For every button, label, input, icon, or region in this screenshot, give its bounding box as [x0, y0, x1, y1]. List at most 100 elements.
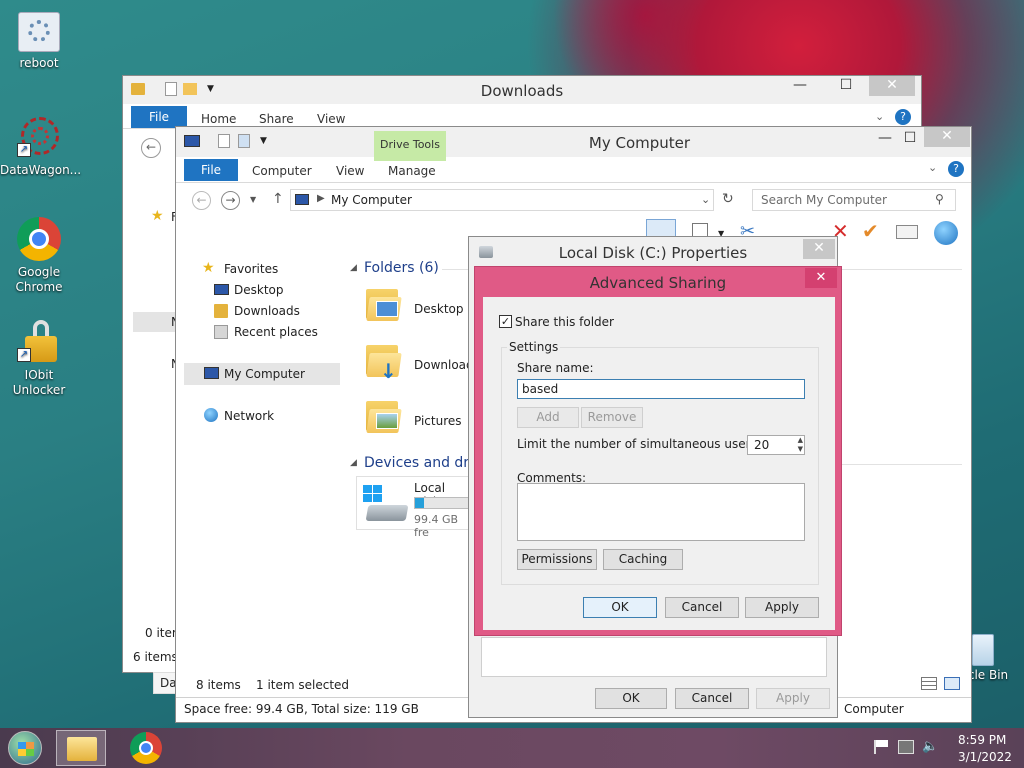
checkmark-icon[interactable]: ✔ — [862, 219, 879, 243]
remove-button[interactable]: Remove — [581, 407, 643, 428]
desktop-icon-reboot[interactable]: reboot — [0, 12, 78, 71]
desktop-icon-label: IObit Unlocker — [12, 368, 66, 397]
nav-downloads[interactable]: Downloads — [234, 304, 300, 318]
close-button[interactable]: ✕ — [805, 268, 837, 288]
back-button[interactable]: ← — [192, 191, 211, 210]
share-name-value: based — [522, 382, 559, 396]
chrome-icon — [139, 741, 153, 755]
search-input[interactable]: Search My Computer ⚲ — [752, 189, 956, 211]
close-button[interactable]: ✕ — [869, 76, 915, 96]
ok-button[interactable]: OK — [595, 688, 667, 709]
refresh-icon[interactable]: ↻ — [722, 191, 734, 207]
back-button[interactable]: ← — [141, 138, 161, 158]
computer-icon — [204, 367, 219, 379]
desktop-icon-chrome[interactable]: Google Chrome — [0, 217, 78, 295]
downloads-titlebar[interactable]: ▼ Downloads — ☐ ✕ — [123, 76, 921, 104]
reboot-icon — [18, 12, 60, 52]
folder-label[interactable]: Desktop — [414, 302, 464, 316]
share-folder-checkbox[interactable]: ✓ — [499, 315, 512, 328]
desktop-icon-datawagon[interactable]: ↗ DataWagon... — [0, 115, 81, 178]
limit-users-stepper[interactable]: 20 ▲ ▼ — [747, 435, 805, 455]
forward-button[interactable]: → — [221, 191, 240, 210]
disk-usage-fill — [415, 498, 425, 508]
tab-file[interactable]: File — [131, 106, 187, 128]
local-disk-tile[interactable]: Local Disk 99.4 GB fre — [356, 476, 474, 539]
details-view-icon[interactable] — [921, 677, 937, 690]
tab-manage[interactable]: Manage — [388, 164, 436, 178]
status-items: 8 items — [196, 678, 241, 692]
mycomputer-titlebar[interactable]: ▼ My Computer — ☐ ✕ — [176, 127, 971, 157]
limit-users-label: Limit the number of simultaneous users t… — [517, 437, 777, 451]
permissions-button[interactable]: Permissions — [517, 549, 597, 570]
clock-date[interactable]: 3/1/2022 — [958, 750, 1012, 764]
ok-button[interactable]: OK — [583, 597, 657, 618]
flag-icon[interactable] — [874, 740, 888, 754]
share-folder-label[interactable]: Share this folder — [515, 315, 614, 329]
nav-network[interactable]: Network — [224, 409, 274, 423]
limit-users-value: 20 — [754, 438, 770, 452]
drive-icon[interactable] — [896, 225, 918, 239]
stepper-up-icon[interactable]: ▲ — [798, 436, 803, 445]
taskbar-chrome[interactable] — [130, 732, 162, 764]
tab-file[interactable]: File — [184, 159, 238, 181]
network-globe-icon[interactable] — [934, 221, 958, 245]
nav-mycomputer[interactable]: My Computer — [224, 367, 305, 381]
tab-home[interactable]: Home — [201, 112, 236, 126]
volume-muted-icon[interactable]: 🔈 — [922, 739, 938, 754]
folder-pictures-icon[interactable] — [364, 397, 406, 443]
clock-time[interactable]: 8:59 PM — [958, 733, 1006, 747]
desktop-icon — [214, 284, 229, 295]
collapse-arrow-icon[interactable]: ◢ — [350, 458, 357, 468]
up-arrow-icon[interactable]: ↑ — [272, 191, 284, 207]
taskbar-file-explorer[interactable] — [56, 730, 106, 766]
tab-view[interactable]: View — [317, 112, 345, 126]
help-icon[interactable]: ? — [948, 161, 964, 177]
desktop-icon-iobit[interactable]: ↗ IObit Unlocker — [0, 320, 78, 398]
dialog-title: Local Disk (C:) Properties — [558, 244, 748, 262]
tab-view[interactable]: View — [336, 164, 364, 178]
footer-space: Space free: 99.4 GB, Total size: 119 GB — [184, 702, 419, 716]
windows-logo-icon — [18, 742, 34, 756]
folder-label[interactable]: Download — [414, 358, 474, 372]
caching-button[interactable]: Caching — [603, 549, 683, 570]
advanced-sharing-dialog[interactable]: Advanced Sharing ✕ ✓ Share this folder S… — [474, 266, 842, 636]
nav-desktop[interactable]: Desktop — [234, 283, 284, 297]
collapse-arrow-icon[interactable]: ◢ — [350, 263, 357, 273]
start-button[interactable] — [8, 731, 42, 765]
context-tab-label: Drive Tools — [380, 138, 440, 151]
stepper-down-icon[interactable]: ▼ — [798, 445, 803, 454]
comments-textarea[interactable] — [517, 483, 805, 541]
recent-dropdown-icon[interactable]: ▼ — [250, 195, 256, 204]
nav-recent-places[interactable]: Recent places — [234, 325, 318, 339]
close-button[interactable]: ✕ — [924, 127, 970, 147]
tab-computer[interactable]: Computer — [252, 164, 312, 178]
address-bar[interactable]: ▶ My Computer ⌄ — [290, 189, 714, 211]
ribbon-expand-icon[interactable]: ⌄ — [875, 110, 884, 123]
breadcrumb-chevron[interactable]: ▶ — [317, 193, 325, 204]
datawagon-icon: ↗ — [17, 115, 61, 159]
tab-share[interactable]: Share — [259, 112, 294, 126]
maximize-button[interactable]: ☐ — [823, 76, 869, 96]
nav-favorites[interactable]: Favorites — [224, 262, 278, 276]
folder-label[interactable]: Pictures — [414, 414, 462, 428]
network-tray-icon[interactable] — [898, 740, 914, 754]
file-explorer-icon — [67, 737, 97, 761]
downloads-icon — [214, 304, 228, 318]
add-button[interactable]: Add — [517, 407, 579, 428]
cancel-button[interactable]: Cancel — [665, 597, 739, 618]
share-name-input[interactable]: based — [517, 379, 805, 399]
large-icons-view-icon[interactable] — [944, 677, 960, 690]
dialog-body: ✓ Share this folder Settings Share name:… — [483, 297, 835, 630]
ribbon-expand-icon[interactable]: ⌄ — [928, 161, 937, 174]
folder-downloads-icon[interactable]: ↓ — [364, 341, 406, 387]
minimize-button[interactable]: — — [777, 76, 823, 96]
close-button[interactable]: ✕ — [803, 239, 835, 259]
computer-icon — [184, 135, 200, 147]
cancel-button[interactable]: Cancel — [675, 688, 749, 709]
folder-desktop-icon[interactable] — [364, 285, 406, 331]
properties-icon[interactable] — [218, 134, 230, 148]
address-dropdown-icon[interactable]: ⌄ — [701, 193, 710, 206]
apply-button[interactable]: Apply — [745, 597, 819, 618]
apply-button[interactable]: Apply — [756, 688, 830, 709]
help-icon[interactable]: ? — [895, 109, 911, 125]
